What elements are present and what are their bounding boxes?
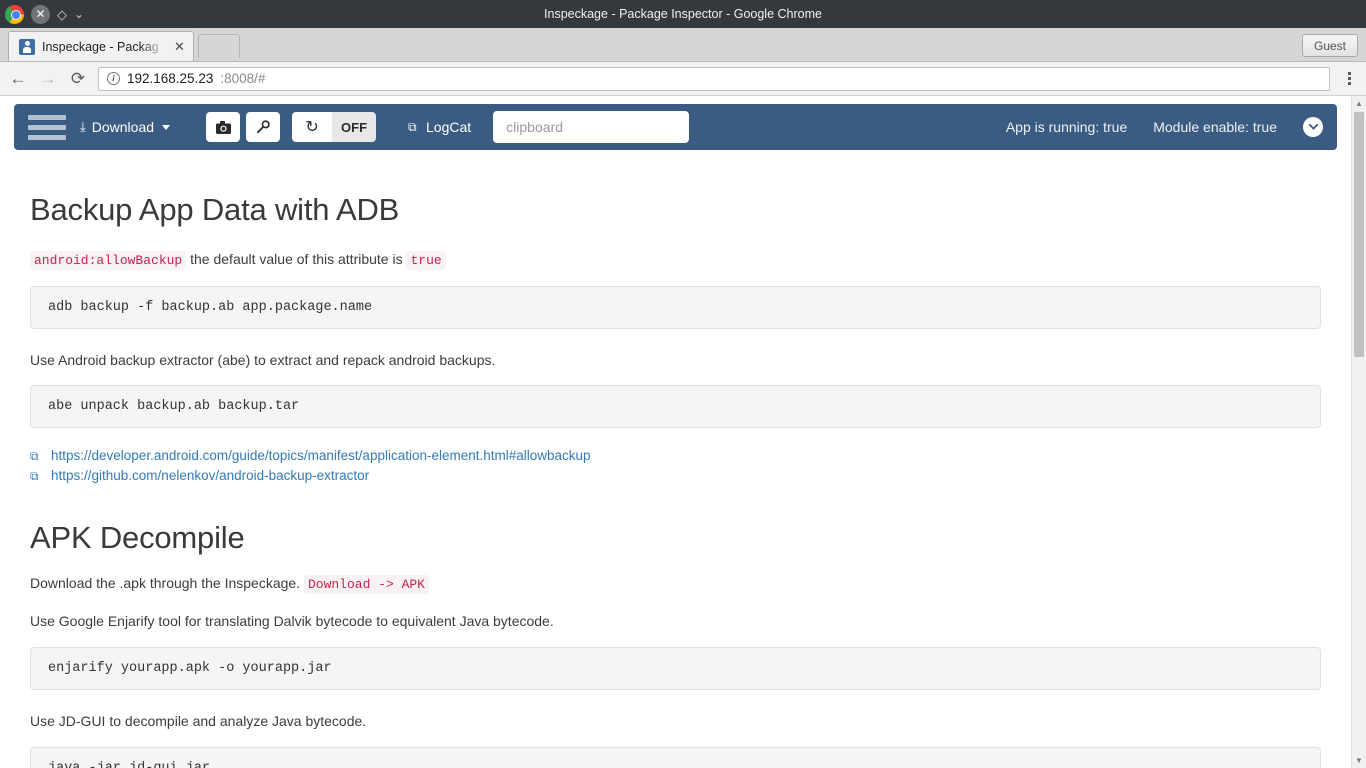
new-tab-button[interactable] [197,34,240,58]
page-scrollbar[interactable]: ▲ ▼ [1351,96,1366,768]
section-heading-backup: Backup App Data with ADB [30,192,400,227]
inline-code-download-apk: Download -> APK [303,575,429,595]
clipboard-input[interactable] [493,111,690,143]
chevron-down-glyph [1308,124,1318,130]
download-label: Download [91,119,155,135]
external-link-icon: ⧉ [30,469,39,484]
enjarify-description: Use Google Enjarify tool for translating… [30,612,554,629]
back-icon[interactable]: ← [8,70,28,87]
link-row[interactable]: ⧉ https://developer.android.com/guide/to… [30,446,1321,466]
screenshot-button[interactable] [206,112,241,142]
tab-favicon-icon [19,38,35,55]
inline-code-allowbackup: android:allowBackup [30,251,187,270]
address-bar[interactable]: i 192.168.25.23 :8008/# [98,66,1330,91]
external-link-icon: ⧉ [408,119,417,134]
external-link-icon: ⧉ [30,449,39,464]
tab-title: Inspeckage - Packag [42,39,159,54]
jdgui-description: Use JD-GUI to decompile and analyze Java… [30,712,367,729]
chevron-down-icon [162,124,171,130]
logcat-label: LogCat [426,119,472,135]
link-row[interactable]: ⧉ https://github.com/nelenkov/android-ba… [30,466,1321,486]
browser-tab[interactable]: Inspeckage - Packag ✕ [8,31,194,61]
url-path: :8008/# [220,71,266,86]
app-running-status: App is running: true [1005,119,1128,135]
window-controls: ✕ ◇ ⌄ [0,4,84,24]
section-heading-apk-decompile: APK Decompile [30,520,245,556]
code-block-enjarify[interactable]: enjarify yourapp.apk -o yourapp.jar [30,646,1321,690]
browser-tabstrip: Inspeckage - Packag ✕ Guest [0,28,1366,62]
auto-refresh-toggle[interactable]: ↻ OFF [292,112,377,142]
window-titlebar: ✕ ◇ ⌄ Inspeckage - Package Inspector - G… [0,0,1366,28]
refresh-icon: ↻ [292,112,333,142]
chrome-logo-icon [5,4,24,24]
window-minimize-icon[interactable]: ⌄ [74,8,84,20]
browser-navbar: ← → ⟳ i 192.168.25.23 :8008/# [0,62,1366,96]
link-android-backup-extractor[interactable]: https://github.com/nelenkov/android-back… [51,466,369,486]
tab-close-icon[interactable]: ✕ [172,38,187,55]
app-navbar: ⤓ Download ↻ OFF ⧉ LogCat clipboard App … [14,104,1337,150]
expand-chevron-icon[interactable] [1303,117,1323,137]
logcat-link[interactable]: ⧉ LogCat [408,119,471,135]
inline-code-true: true [406,251,446,270]
page-content: ⤓ Download ↻ OFF ⧉ LogCat clipboard App … [0,96,1351,768]
code-block-abe-unpack[interactable]: abe unpack backup.ab backup.tar [30,385,1321,429]
download-dropdown-button[interactable]: ⤓ Download [80,119,171,135]
hamburger-menu-icon[interactable] [28,114,66,140]
scrollbar-down-arrow[interactable]: ▼ [1352,753,1366,768]
url-host: 192.168.25.23 [127,71,214,86]
window-maximize-icon[interactable]: ◇ [57,8,67,21]
app-action-buttons: ↻ OFF [206,112,377,142]
apk-download-paragraph: Download the .apk through the Inspeckage… [30,574,1321,595]
backup-attribute-paragraph: android:allowBackup the default value of… [30,250,1321,270]
scrollbar-up-arrow[interactable]: ▲ [1352,96,1366,111]
backup-links: ⧉ https://developer.android.com/guide/to… [30,446,1321,486]
app-status-group: App is running: true Module enable: true [1006,117,1323,137]
reload-icon[interactable]: ⟳ [68,70,88,87]
download-icon: ⤓ [80,119,86,134]
page-viewport: ⤓ Download ↻ OFF ⧉ LogCat clipboard App … [0,96,1366,768]
paragraph-text: the default value of this attribute is [186,251,407,267]
site-info-icon[interactable]: i [107,72,120,85]
paragraph-text: Download the .apk through the Inspeckage… [30,575,304,592]
toggle-state-label: OFF [332,112,377,142]
settings-wrench-button[interactable] [246,112,281,142]
camera-icon [215,120,231,134]
scrollbar-thumb[interactable] [1354,112,1364,357]
browser-menu-icon[interactable] [1340,72,1358,85]
link-android-allowbackup-docs[interactable]: https://developer.android.com/guide/topi… [51,446,591,466]
code-block-adb-backup[interactable]: adb backup -f backup.ab app.package.name [30,285,1321,329]
wrench-icon [256,120,270,134]
document-body: Backup App Data with ADB android:allowBa… [0,192,1351,768]
forward-icon: → [39,69,57,88]
window-title: Inspeckage - Package Inspector - Google … [544,7,822,21]
code-block-jd-gui[interactable]: java -jar jd-gui.jar [30,746,1321,768]
profile-guest-button[interactable]: Guest [1301,34,1358,57]
module-enable-status: Module enable: true [1153,119,1277,135]
abe-description: Use Android backup extractor (abe) to ex… [30,351,496,368]
window-close-icon[interactable]: ✕ [31,4,50,24]
